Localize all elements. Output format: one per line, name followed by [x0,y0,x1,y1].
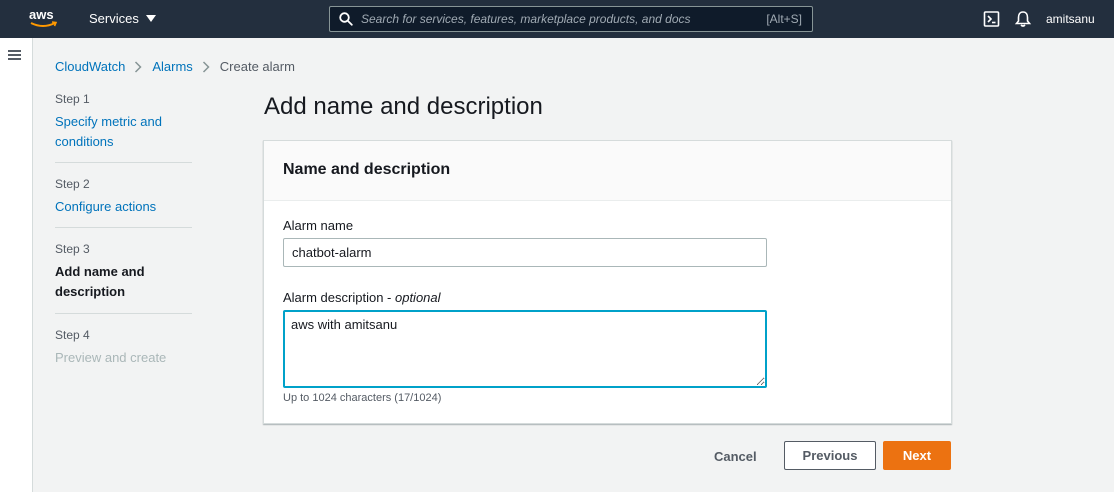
chevron-right-icon [135,60,142,73]
alarm-name-label: Alarm name [283,218,354,233]
caret-down-icon [145,15,156,22]
wizard-step-4: Step 4 Preview and create [55,328,192,368]
wizard-step-3: Step 3 Add name and description [55,242,192,302]
search-input[interactable] [361,9,751,29]
account-menu-username[interactable]: amitsanu [1046,12,1095,26]
step-number: Step 3 [55,242,90,256]
breadcrumb-alarms[interactable]: Alarms [152,59,192,74]
alarm-description-label: Alarm description - optional [283,290,441,305]
step-number: Step 2 [55,177,90,191]
search-bar[interactable]: [Alt+S] [329,6,813,32]
aws-logo-text: aws [29,7,54,22]
top-navigation: aws Services [Alt+S] amitsanu [0,0,1114,38]
cloudshell-icon[interactable] [983,10,1001,28]
search-icon [339,12,353,26]
step-link-specify-metric[interactable]: Specify metric and conditions [55,112,192,152]
search-shortcut: [Alt+S] [766,12,802,26]
previous-button[interactable]: Previous [784,441,876,470]
step-divider [55,313,192,314]
step-link-configure-actions[interactable]: Configure actions [55,197,192,217]
breadcrumb: CloudWatch Alarms Create alarm [55,59,295,74]
wizard-step-1: Step 1 Specify metric and conditions [55,92,192,152]
page-title: Add name and description [264,93,543,120]
cancel-button[interactable]: Cancel [704,447,767,466]
step-divider [55,227,192,228]
services-label: Services [89,11,139,26]
step-number: Step 1 [55,92,90,106]
optional-label: optional [394,290,441,305]
side-rail [0,38,33,492]
chevron-right-icon [202,60,210,73]
step-current-label: Add name and description [55,264,145,299]
wizard-step-2: Step 2 Configure actions [55,177,192,217]
alarm-name-input[interactable] [283,238,767,267]
alarm-description-textarea[interactable]: aws with amitsanu [283,310,767,388]
aws-logo[interactable]: aws [28,7,60,31]
hamburger-menu-icon[interactable] [8,50,21,61]
services-menu-button[interactable]: Services [89,11,156,26]
name-description-panel: Name and description Alarm name Alarm de… [263,140,952,424]
breadcrumb-cloudwatch[interactable]: CloudWatch [55,59,125,74]
next-button[interactable]: Next [883,441,951,470]
bell-icon[interactable] [1014,10,1032,28]
step-number: Step 4 [55,328,90,342]
step-disabled-label: Preview and create [55,350,167,365]
description-label-text: Alarm description - [283,290,395,305]
panel-title: Name and description [264,141,951,201]
step-divider [55,162,192,163]
description-char-hint: Up to 1024 characters (17/1024) [283,392,442,404]
breadcrumb-current: Create alarm [219,59,295,74]
